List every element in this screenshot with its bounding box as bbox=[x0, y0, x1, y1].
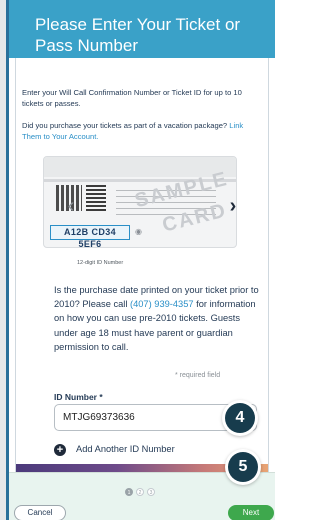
step-badge-5: 5 bbox=[228, 452, 258, 482]
left-edge-accent bbox=[6, 0, 9, 520]
pager: 123 bbox=[125, 481, 158, 496]
lock-icon: ◉ bbox=[135, 227, 142, 236]
page-title: Please Enter Your Ticket or Pass Number bbox=[35, 15, 241, 55]
cancel-button[interactable]: Cancel bbox=[14, 505, 66, 520]
id-caption: 12-digit ID Number bbox=[77, 260, 124, 266]
intro-text: Enter your Will Call Confirmation Number… bbox=[22, 88, 242, 108]
carousel-prev-icon[interactable]: ‹ bbox=[62, 196, 80, 216]
next-button[interactable]: Next bbox=[228, 505, 274, 520]
modal-header: Please Enter Your Ticket or Pass Number bbox=[9, 0, 275, 58]
pager-dot-1[interactable]: 1 bbox=[125, 488, 133, 496]
pager-dot-3[interactable]: 3 bbox=[147, 488, 155, 496]
sample-id-highlight: A12B CD34 5EF6 bbox=[50, 225, 130, 247]
vacation-question-text: Did you purchase your tickets as part of… bbox=[22, 121, 228, 130]
pager-dot-2[interactable]: 2 bbox=[136, 488, 144, 496]
phone-link[interactable]: (407) 939-4357 bbox=[130, 299, 194, 309]
step-badge-4: 4 bbox=[225, 403, 255, 433]
pre-2010-info: Is the purchase date printed on your tic… bbox=[54, 283, 264, 354]
plus-circle-icon: + bbox=[54, 444, 66, 456]
vacation-question: Did you purchase your tickets as part of… bbox=[22, 120, 252, 142]
barcode-icon bbox=[86, 185, 106, 211]
add-id-label: Add Another ID Number bbox=[76, 444, 175, 454]
id-number-label: ID Number * bbox=[54, 392, 103, 402]
carousel-next-icon[interactable]: › bbox=[226, 196, 240, 216]
required-field-note: * required field bbox=[175, 372, 221, 379]
